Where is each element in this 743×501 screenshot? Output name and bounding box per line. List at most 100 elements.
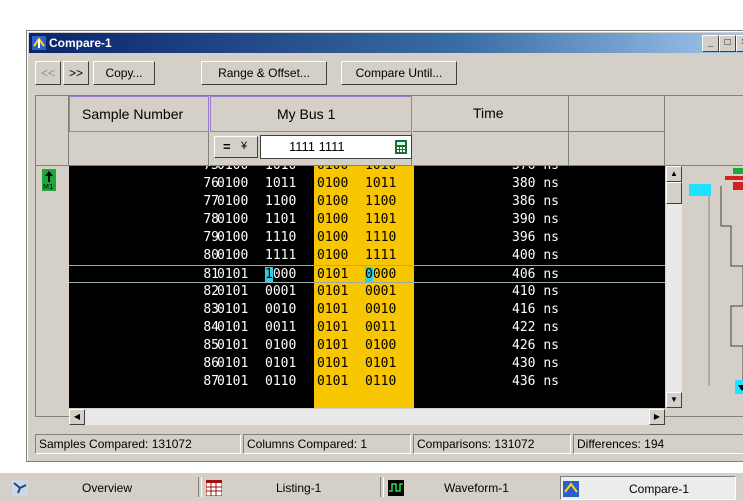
vertical-scrollbar[interactable]: ▲ ▼ <box>666 166 682 408</box>
time-cell: 376 ns <box>489 166 559 175</box>
close-button[interactable]: × <box>736 35 743 52</box>
marker-m1-icon[interactable]: M1 <box>42 169 56 191</box>
scroll-down-button[interactable]: ▼ <box>666 392 682 408</box>
sample-number-cell: 76 <box>203 176 219 191</box>
column-header-time[interactable]: Time <box>413 96 569 132</box>
bus-nibble-1: 0100 <box>217 248 249 263</box>
filter-cell-bus: = ¥ 1111 1111 <box>210 132 412 166</box>
bus-nibble-1: 0101 <box>217 356 249 371</box>
overview-panel[interactable] <box>683 166 743 408</box>
table-row[interactable]: 87 0101 0110 0101 0110 436 ns <box>69 373 665 391</box>
compare-until-button[interactable]: Compare Until... <box>341 61 457 85</box>
bus-nibble-1: 0101 <box>217 302 249 317</box>
listing-icon <box>206 480 222 496</box>
operator-dropdown[interactable]: = ¥ <box>214 136 258 158</box>
compare-window: Compare-1 _ □ × << >> Copy... Range & Of… <box>26 30 743 462</box>
time-cell: 390 ns <box>512 212 559 227</box>
copy-button[interactable]: Copy... <box>93 61 155 85</box>
bus-value-field[interactable]: 1111 1111 <box>260 135 412 159</box>
chevron-down-icon: ¥ <box>241 140 248 152</box>
scroll-left-button[interactable]: ◀ <box>69 409 85 425</box>
maximize-button[interactable]: □ <box>719 35 736 52</box>
filter-cell-sample <box>69 132 209 166</box>
bus-nibble-1: 0101 <box>217 320 249 335</box>
horizontal-scrollbar[interactable]: ◀ ▶ <box>69 409 665 425</box>
sample-number-cell: 77 <box>203 194 219 209</box>
compare-icon <box>32 36 46 50</box>
tab-overview[interactable]: Overview <box>10 476 190 500</box>
bus-nibble-2: 1110 <box>265 230 297 245</box>
table-row[interactable]: 79 0100 1110 0100 1110 396 ns <box>69 229 665 247</box>
table-row[interactable]: 750100101001001010376 ns <box>69 166 665 175</box>
time-cell: 396 ns <box>512 230 559 245</box>
bus-nibble-4: 1100 <box>365 194 397 209</box>
marker-gutter: M1 <box>36 166 69 408</box>
operator-symbol: = <box>223 139 231 154</box>
marker-bottom-icon[interactable] <box>735 380 743 394</box>
bus-nibble-4: 1010 <box>365 166 396 175</box>
table-row[interactable]: 76 0100 1011 0100 1011 380 ns <box>69 175 665 193</box>
bus-nibble-1: 0101 <box>217 267 249 282</box>
minimize-button[interactable]: _ <box>702 35 719 52</box>
bus-nibble-2: 1011 <box>265 176 297 191</box>
waveform-icon <box>388 480 404 496</box>
scroll-right-button[interactable]: ▶ <box>649 409 665 425</box>
tab-compare[interactable]: Compare-1 <box>560 476 736 500</box>
table-row[interactable]: 78 0100 1101 0100 1101 390 ns <box>69 211 665 229</box>
bus-nibble-4: 0000 <box>365 267 397 282</box>
sample-number-cell: 85 <box>203 338 219 353</box>
sample-number-cell: 78 <box>203 212 219 227</box>
title-bar[interactable]: Compare-1 _ □ × <box>29 33 743 53</box>
sample-number-cell: 84 <box>203 320 219 335</box>
time-cell: 430 ns <box>512 356 559 371</box>
bus-nibble-3: 0100 <box>317 194 349 209</box>
listing-grid: Sample Number My Bus 1 Time = ¥ 1111 111… <box>35 95 743 425</box>
bus-nibble-4: 1101 <box>365 212 397 227</box>
bus-nibble-4: 1111 <box>365 248 397 263</box>
bus-nibble-1: 0101 <box>217 374 249 389</box>
vertical-scroll-thumb[interactable] <box>666 182 682 204</box>
previous-button[interactable]: << <box>35 61 61 85</box>
table-row[interactable]: 82 0101 0001 0101 0001 410 ns <box>69 283 665 301</box>
sample-number-label: Sample Number <box>82 106 184 122</box>
column-header-sample-number[interactable]: Sample Number <box>69 96 209 132</box>
bus-nibble-1: 0100 <box>217 230 249 245</box>
column-header-empty <box>569 96 665 132</box>
overview-icon <box>12 480 28 496</box>
time-cell: 422 ns <box>512 320 559 335</box>
window-title: Compare-1 <box>49 36 112 50</box>
table-row[interactable]: 84 0101 0011 0101 0011 422 ns <box>69 319 665 337</box>
sample-number-cell: 79 <box>203 230 219 245</box>
bus-nibble-2: 0101 <box>265 356 297 371</box>
filter-cell-empty <box>569 132 665 166</box>
range-offset-button[interactable]: Range & Offset... <box>201 61 327 85</box>
calculator-icon[interactable] <box>395 140 407 154</box>
table-row[interactable]: 86 0101 0101 0101 0101 430 ns <box>69 355 665 373</box>
bus-nibble-3: 0101 <box>317 374 349 389</box>
time-cell: 426 ns <box>512 338 559 353</box>
time-cell: 436 ns <box>512 374 559 389</box>
bus-nibble-3: 0101 <box>317 284 349 299</box>
tab-listing[interactable]: Listing-1 <box>204 476 374 500</box>
table-row-selected[interactable]: 81 0101 1000 0101 0000 406 ns <box>69 265 665 283</box>
column-header-my-bus[interactable]: My Bus 1 <box>210 96 412 132</box>
table-row[interactable]: 83 0101 0010 0101 0010 416 ns <box>69 301 665 319</box>
sample-number-cell: 81 <box>203 267 219 282</box>
time-cell: 416 ns <box>512 302 559 317</box>
svg-text:M1: M1 <box>43 183 54 191</box>
listing-data[interactable]: 750100101001001010376 ns7601001011010010… <box>69 166 665 408</box>
next-button[interactable]: >> <box>63 61 89 85</box>
table-row[interactable]: 77 0100 1100 0100 1100 386 ns <box>69 193 665 211</box>
bus-nibble-3: 0101 <box>317 320 349 335</box>
bus-nibble-3: 0100 <box>317 248 349 263</box>
tab-waveform[interactable]: Waveform-1 <box>386 476 556 500</box>
table-row[interactable]: 80 0100 1111 0100 1111 400 ns <box>69 247 665 265</box>
filter-cell-time <box>413 132 569 166</box>
bus-nibble-1: 0101 <box>217 338 249 353</box>
overview-header <box>665 96 743 166</box>
bus-nibble-2: 1100 <box>265 194 297 209</box>
scroll-up-button[interactable]: ▲ <box>666 166 682 182</box>
difference-highlight: 1 <box>265 267 273 282</box>
bus-nibble-3: 0100 <box>317 212 349 227</box>
table-row[interactable]: 85 0101 0100 0101 0100 426 ns <box>69 337 665 355</box>
